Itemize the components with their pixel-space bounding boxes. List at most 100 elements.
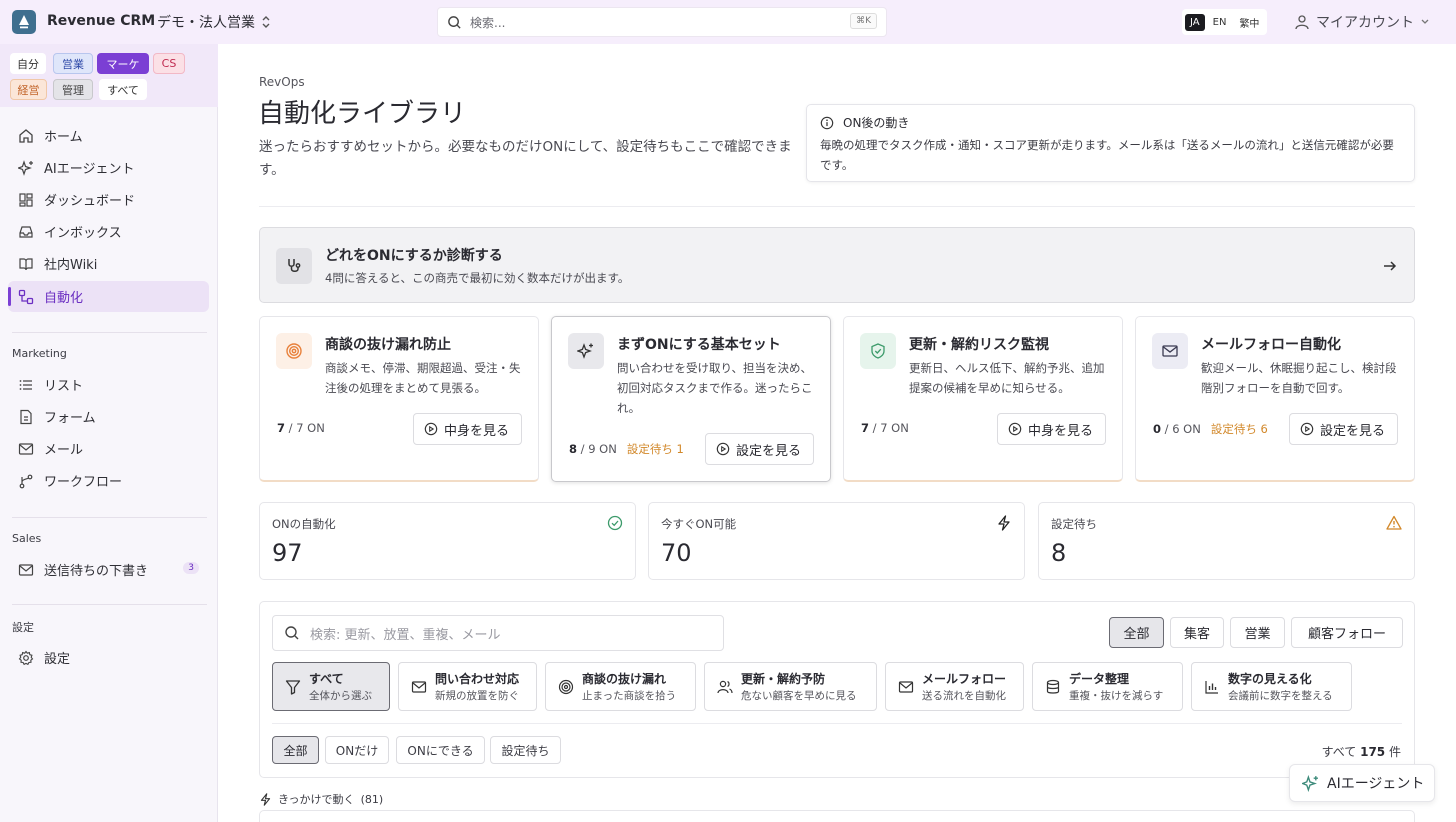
- check-circle-icon: [607, 515, 623, 531]
- category-subtitle: 新規の放置を防ぐ: [435, 690, 519, 702]
- sidebar-item-label: 社内Wiki: [44, 258, 98, 273]
- role-chip-all[interactable]: すべて: [99, 79, 147, 100]
- segment-sales[interactable]: 営業: [1230, 617, 1285, 648]
- role-filter: 自分 営業 マーケ CS 経営 管理 すべて: [0, 44, 218, 107]
- divider: [259, 206, 1415, 207]
- button-label: 中身を見る: [443, 423, 509, 439]
- lang-zh-tw[interactable]: 繁中: [1234, 12, 1264, 33]
- card-on-count: 0 / 6 ON 設定待ち 6: [1153, 421, 1268, 437]
- view-settings-button[interactable]: 設定を見る: [704, 433, 814, 465]
- automation-set-card[interactable]: メールフォロー自動化 歓迎メール、休眠掘り起こし、検討段階別フォローを自動で回す…: [1135, 316, 1415, 482]
- database-icon: [1046, 679, 1060, 694]
- app-logo[interactable]: [12, 10, 36, 34]
- lang-en[interactable]: EN: [1208, 14, 1232, 31]
- target-icon: [558, 679, 574, 694]
- role-chip-sales[interactable]: 営業: [53, 53, 93, 74]
- role-chip-marketing[interactable]: マーケ: [97, 53, 149, 74]
- sidebar-item-drafts[interactable]: 送信待ちの下書き 3: [8, 554, 209, 585]
- global-search[interactable]: 検索... ⌘K: [437, 7, 887, 37]
- category-metrics[interactable]: 数字の見える化会議前に数字を整える: [1191, 662, 1352, 711]
- branch-icon: [19, 474, 33, 488]
- on-count: 0: [1153, 422, 1162, 436]
- view-settings-button[interactable]: 設定を見る: [1288, 413, 1398, 445]
- sidebar-item-label: リスト: [44, 379, 84, 394]
- diagnose-banner[interactable]: どれをONにするか診断する 4問に答えると、この商売で最初に効く数本だけが出ます…: [259, 227, 1415, 303]
- search-icon: [448, 15, 461, 29]
- ai-agent-label: AIエージェント: [1327, 776, 1425, 792]
- gear-icon: [18, 650, 34, 665]
- category-title: データ整理: [1069, 672, 1130, 686]
- category-all[interactable]: すべて 全体から選ぶ: [272, 662, 390, 711]
- view-contents-button[interactable]: 中身を見る: [996, 413, 1106, 445]
- ai-agent-button[interactable]: AIエージェント: [1289, 764, 1435, 802]
- diagnose-title: どれをONにするか診断する: [325, 248, 503, 264]
- view-contents-button[interactable]: 中身を見る: [412, 413, 522, 445]
- role-chip-cs[interactable]: CS: [153, 53, 185, 74]
- card-description: 歓迎メール、休眠掘り起こし、検討段階別フォローを自動で回す。: [1201, 361, 1397, 395]
- category-mail-follow[interactable]: メールフォロー 送る流れを自動化: [885, 662, 1024, 711]
- breadcrumb[interactable]: RevOps: [259, 75, 305, 89]
- sidebar-item-label: ワークフロー: [44, 475, 123, 490]
- segment-customer-follow[interactable]: 顧客フォロー: [1291, 617, 1403, 648]
- state-filter-can-enable[interactable]: ONにできる: [396, 736, 485, 764]
- trigger-section-label: きっかけで動く: [278, 793, 355, 806]
- on-count: 7: [277, 421, 286, 435]
- state-filter-all[interactable]: 全部: [272, 736, 319, 764]
- total-count: / 7 ON: [872, 421, 909, 435]
- sidebar-divider: [12, 604, 207, 605]
- mail-icon: [411, 680, 427, 693]
- sidebar-item-home[interactable]: ホーム: [8, 120, 209, 151]
- automation-set-card[interactable]: 更新・解約リスク監視 更新日、ヘルス低下、解約予兆、追加提案の候補を早めに知らせ…: [843, 316, 1123, 482]
- category-subtitle: 重複・抜けを減らす: [1069, 690, 1164, 702]
- category-deal-leak[interactable]: 商談の抜け漏れ 止まった商談を拾う: [545, 662, 696, 711]
- sidebar-item-dashboard[interactable]: ダッシュボード: [8, 184, 209, 215]
- bolt-icon: [998, 515, 1010, 531]
- sparkles-icon: [1302, 774, 1318, 792]
- automation-search-input[interactable]: 検索: 更新、放置、重複、メール: [272, 615, 724, 651]
- category-renewal[interactable]: 更新・解約予防 危ない顧客を早めに見る: [704, 662, 877, 711]
- sidebar-item-forms[interactable]: フォーム: [8, 401, 209, 432]
- stat-label: ONの自動化: [272, 517, 336, 531]
- lang-ja[interactable]: JA: [1185, 13, 1205, 31]
- account-menu[interactable]: マイアカウント: [1294, 12, 1430, 32]
- category-title: すべて: [309, 672, 344, 686]
- sidebar-item-ai-agent[interactable]: AIエージェント: [8, 152, 209, 183]
- sidebar-section-sales: Sales: [12, 532, 42, 545]
- sidebar-item-label: AIエージェント: [44, 162, 135, 177]
- stethoscope-icon: [276, 248, 312, 284]
- warning-icon: [1386, 515, 1402, 530]
- category-inquiry[interactable]: 問い合わせ対応 新規の放置を防ぐ: [398, 662, 537, 711]
- sidebar-item-mail[interactable]: メール: [8, 433, 209, 464]
- automation-set-card[interactable]: まずONにする基本セット 問い合わせを受け取り、担当を決め、初回対応タスクまで作…: [551, 316, 831, 482]
- automation-set-card[interactable]: 商談の抜け漏れ防止 商談メモ、停滞、期限超過、受注・失注後の処理をまとめて見張る…: [259, 316, 539, 482]
- category-subtitle: 会議前に数字を整える: [1228, 690, 1333, 702]
- sidebar-item-lists[interactable]: リスト: [8, 369, 209, 400]
- segment-acquisition[interactable]: 集客: [1170, 617, 1224, 648]
- category-subtitle: 危ない顧客を早めに見る: [741, 690, 857, 702]
- mail-icon: [18, 442, 34, 455]
- sidebar-item-automation[interactable]: 自動化: [8, 281, 209, 312]
- sidebar-item-workflow[interactable]: ワークフロー: [8, 465, 209, 496]
- sidebar-item-inbox[interactable]: インボックス: [8, 216, 209, 247]
- users-icon: [717, 680, 733, 693]
- state-filter-on-only[interactable]: ONだけ: [325, 736, 389, 764]
- segment-all[interactable]: 全部: [1109, 617, 1164, 648]
- panel-divider: [272, 723, 1402, 724]
- state-filter-pending[interactable]: 設定待ち: [490, 736, 561, 764]
- note-title: ON後の動き: [843, 116, 910, 130]
- card-title: 商談の抜け漏れ防止: [325, 337, 451, 353]
- role-chip-exec[interactable]: 経営: [10, 79, 47, 100]
- sidebar-item-wiki[interactable]: 社内Wiki: [8, 248, 209, 279]
- stat-value: 8: [1051, 539, 1067, 567]
- role-chip-admin[interactable]: 管理: [53, 79, 93, 100]
- sidebar-divider: [12, 517, 207, 518]
- sidebar-item-settings[interactable]: 設定: [8, 642, 209, 673]
- note-body: 毎晩の処理でタスク作成・通知・スコア更新が走ります。メール系は「送るメールの流れ…: [820, 138, 1394, 172]
- category-data-cleanup[interactable]: データ整理重複・抜けを減らす: [1032, 662, 1183, 711]
- chevron-updown-icon: [262, 16, 270, 28]
- role-chip-self[interactable]: 自分: [10, 53, 46, 74]
- workspace-switcher[interactable]: デモ・法人営業: [157, 12, 271, 32]
- play-circle-icon: [1008, 422, 1022, 436]
- category-title: 数字の見える化: [1228, 672, 1312, 686]
- book-icon: [19, 257, 33, 270]
